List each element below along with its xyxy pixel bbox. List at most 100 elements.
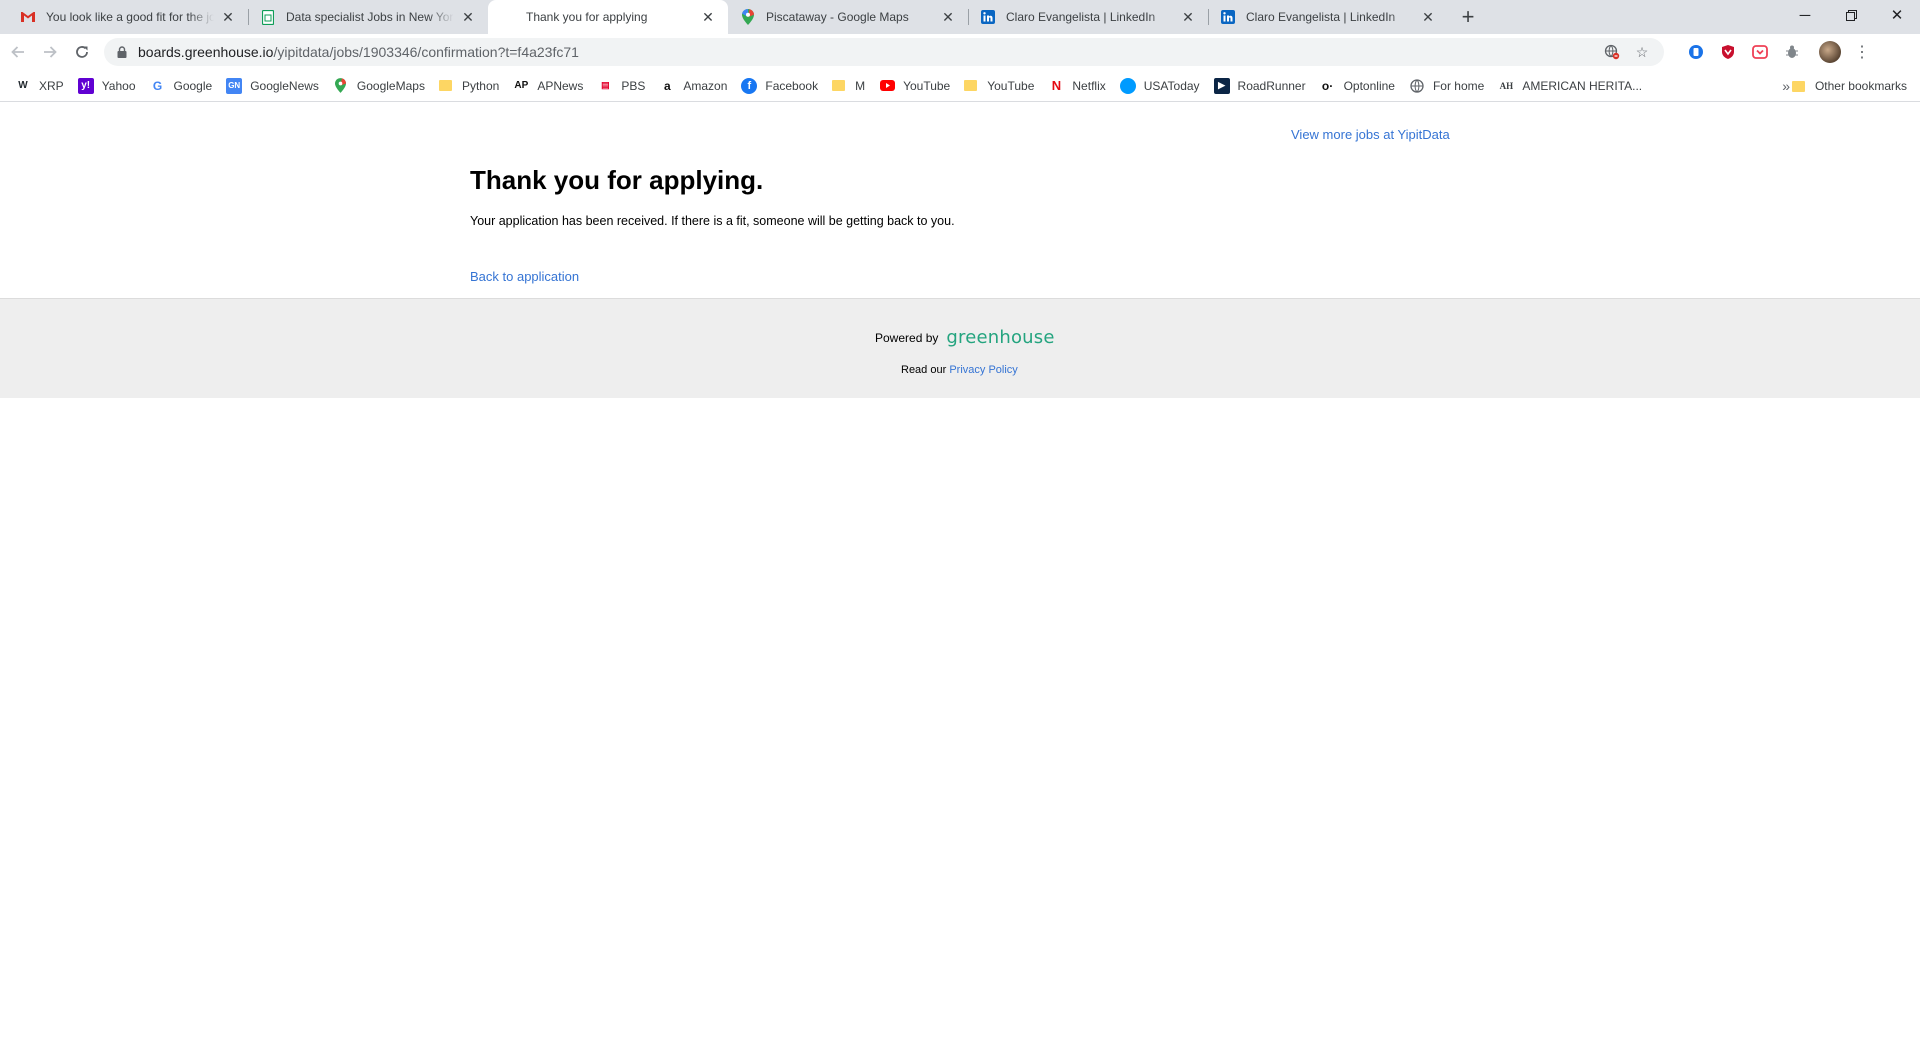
page-content: View more jobs at YipitData Thank you fo… <box>0 103 1920 1040</box>
greenhouse-logo[interactable]: greenhouse <box>946 327 1054 348</box>
bookmark-label: AMERICAN HERITA... <box>1522 78 1643 93</box>
bookmark-label: Google <box>173 78 213 93</box>
bookmark-other[interactable]: Other bookmarks <box>1785 72 1914 100</box>
extensions-area: ⋮ <box>1678 38 1876 66</box>
close-icon[interactable]: ✕ <box>940 9 956 25</box>
browser-tab[interactable]: Claro Evangelista | LinkedIn ✕ <box>968 0 1208 34</box>
star-icon[interactable]: ☆ <box>1630 40 1654 64</box>
roadrunner-icon: ▶ <box>1213 77 1230 94</box>
bookmark-usatoday[interactable]: USAToday <box>1113 72 1207 100</box>
tab-title: You look like a good fit for the jo <box>46 10 214 24</box>
bookmark-xrp[interactable]: W XRP <box>8 72 71 100</box>
close-icon[interactable]: ✕ <box>1420 9 1436 25</box>
browser-tab[interactable]: You look like a good fit for the jo ✕ <box>8 0 248 34</box>
profile-avatar[interactable] <box>1816 38 1844 66</box>
footer: Powered by greenhouse Read our Privacy P… <box>0 298 1920 398</box>
url-text[interactable]: boards.greenhouse.io/yipitdata/jobs/1903… <box>138 44 1594 60</box>
extension-blue-icon[interactable] <box>1682 38 1710 66</box>
bookmark-youtube[interactable]: YouTube <box>872 72 957 100</box>
folder-icon <box>438 80 452 91</box>
bookmark-label: YouTube <box>903 78 951 93</box>
bookmark-label: M <box>855 78 866 93</box>
bug-extension-icon[interactable] <box>1778 38 1806 66</box>
powered-by: Powered by greenhouse <box>875 327 1055 348</box>
close-icon[interactable]: ✕ <box>220 9 236 25</box>
xrp-icon: W <box>18 80 28 91</box>
bookmark-for-home[interactable]: For home <box>1402 72 1491 100</box>
tab-title: Piscataway - Google Maps <box>766 10 909 24</box>
browser-tab[interactable]: Data specialist Jobs in New York, ✕ <box>248 0 488 34</box>
close-icon[interactable]: ✕ <box>1180 9 1196 25</box>
page-title: Thank you for applying. <box>470 165 764 195</box>
menu-kebab-icon[interactable]: ⋮ <box>1848 38 1876 66</box>
browser-tab[interactable]: Claro Evangelista | LinkedIn ✕ <box>1208 0 1448 34</box>
bookmark-netflix[interactable]: N Netflix <box>1041 72 1112 100</box>
back-to-application-link[interactable]: Back to application <box>470 269 579 284</box>
view-more-jobs-link[interactable]: View more jobs at YipitData <box>1291 127 1450 142</box>
reload-icon[interactable] <box>68 38 96 66</box>
minimize-icon[interactable]: ─ <box>1782 0 1828 30</box>
linkedin-icon <box>1220 9 1236 25</box>
tab-title: Data specialist Jobs in New York, <box>286 10 454 24</box>
bookmark-american-heritage[interactable]: AH AMERICAN HERITA... <box>1491 72 1649 100</box>
bookmark-facebook[interactable]: f Facebook <box>734 72 825 100</box>
bookmark-apnews[interactable]: AP APNews <box>506 72 590 100</box>
bookmark-roadrunner[interactable]: ▶ RoadRunner <box>1207 72 1313 100</box>
sheets-icon <box>260 9 276 25</box>
browser-toolbar: boards.greenhouse.io/yipitdata/jobs/1903… <box>0 34 1920 70</box>
bookmark-googlenews[interactable]: GN GoogleNews <box>219 72 326 100</box>
bookmark-google[interactable]: G Google <box>143 72 220 100</box>
tab-title: Claro Evangelista | LinkedIn <box>1246 10 1396 24</box>
close-icon[interactable]: ✕ <box>700 9 716 25</box>
close-window-icon[interactable]: ✕ <box>1874 0 1920 30</box>
folder-icon <box>1791 80 1805 92</box>
back-arrow-icon[interactable] <box>4 38 32 66</box>
browser-tab[interactable]: Piscataway - Google Maps ✕ <box>728 0 968 34</box>
shield-extension-icon[interactable] <box>1714 38 1742 66</box>
bookmark-label: Python <box>461 78 500 93</box>
bookmark-label: Other bookmarks <box>1814 79 1907 93</box>
netflix-icon: N <box>1051 78 1062 93</box>
tab-title: Thank you for applying <box>526 10 648 24</box>
privacy-line: Read our Privacy Policy <box>901 364 1018 376</box>
bookmark-optonline[interactable]: o· Optonline <box>1313 72 1402 100</box>
pbs-icon: ▤ <box>601 80 610 90</box>
bookmark-googlemaps[interactable]: GoogleMaps <box>326 72 432 100</box>
url-path: /yipitdata/jobs/1903346/confirmation?t=f… <box>273 44 579 60</box>
bookmark-folder-youtube[interactable]: YouTube <box>957 72 1041 100</box>
ap-icon: AP <box>514 80 529 91</box>
tab-title: Claro Evangelista | LinkedIn <box>1006 10 1156 24</box>
linkedin-icon <box>980 9 996 25</box>
privacy-policy-link[interactable]: Privacy Policy <box>949 364 1017 376</box>
bookmark-label: Amazon <box>683 78 728 93</box>
bookmark-label: APNews <box>537 78 584 93</box>
close-icon[interactable]: ✕ <box>460 9 476 25</box>
bookmark-folder-python[interactable]: Python <box>432 72 506 100</box>
folder-icon <box>832 80 846 91</box>
restore-icon[interactable] <box>1828 0 1874 30</box>
bookmark-label: USAToday <box>1143 78 1200 93</box>
bookmark-label: Facebook <box>765 78 819 93</box>
translate-blocked-icon[interactable] <box>1600 40 1624 64</box>
youtube-icon <box>879 78 895 94</box>
url-host: boards.greenhouse.io <box>138 44 274 60</box>
read-our-label: Read our <box>901 364 947 376</box>
bookmark-pbs[interactable]: ▤ PBS <box>590 72 652 100</box>
new-tab-button[interactable]: + <box>1454 3 1482 31</box>
blank-favicon <box>500 9 516 25</box>
address-bar[interactable]: boards.greenhouse.io/yipitdata/jobs/1903… <box>104 38 1664 66</box>
browser-tab-active[interactable]: Thank you for applying ✕ <box>488 0 728 34</box>
bookmark-label: Netflix <box>1072 78 1106 93</box>
bookmark-yahoo[interactable]: y! Yahoo <box>71 72 143 100</box>
lock-icon[interactable] <box>114 44 130 60</box>
bookmark-folder-m[interactable]: M <box>825 72 872 100</box>
pocket-extension-icon[interactable] <box>1746 38 1774 66</box>
bookmark-label: GoogleMaps <box>356 78 425 93</box>
forward-arrow-icon[interactable] <box>36 38 64 66</box>
optonline-icon: o· <box>1321 78 1334 93</box>
bookmark-amazon[interactable]: a Amazon <box>652 72 734 100</box>
google-icon: G <box>152 78 163 93</box>
avatar-image <box>1819 41 1841 63</box>
ah-icon: AH <box>1499 80 1514 91</box>
folder-icon <box>964 80 978 91</box>
